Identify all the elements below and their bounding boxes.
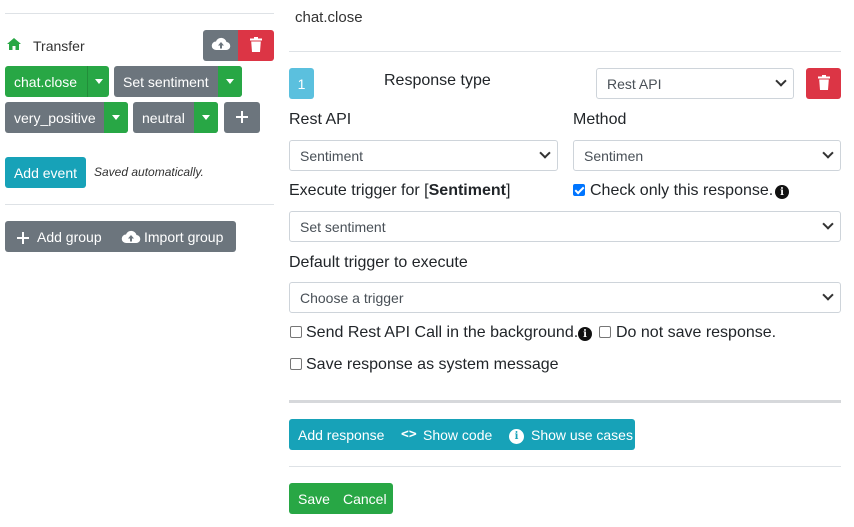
default-trigger-label: Default trigger to execute: [289, 254, 468, 271]
info-icon[interactable]: i: [578, 327, 592, 341]
check-only-checkbox[interactable]: [573, 184, 585, 196]
response-type-label: Response type: [384, 72, 491, 89]
page-title: chat.close: [295, 9, 363, 26]
responses-divider: [289, 400, 841, 403]
code-icon: <>: [401, 427, 417, 442]
add-response-button[interactable]: Add response: [298, 427, 384, 443]
send-background-label: Send Rest API Call in the background.: [306, 324, 579, 341]
footer-divider: [289, 466, 841, 467]
check-only-label: Check only this response.: [590, 182, 774, 199]
rest-api-select[interactable]: Sentiment: [289, 140, 558, 171]
add-group-label: Add group: [37, 228, 102, 245]
plus-icon: [236, 110, 248, 126]
import-group-label: Import group: [144, 228, 224, 245]
cloud-upload-icon: [121, 230, 141, 247]
show-use-cases-button[interactable]: Show use cases: [531, 427, 633, 443]
send-background-checkbox[interactable]: [290, 326, 302, 338]
event-dropdown-toggle[interactable]: [104, 102, 128, 133]
response-actions-group: Add response <> Show code i Show use cas…: [289, 419, 635, 450]
method-select[interactable]: Sentimen: [573, 140, 841, 171]
chevron-down-icon: [822, 288, 834, 301]
rest-api-label: Rest API: [289, 111, 352, 128]
saved-note: Saved automatically.: [94, 165, 204, 179]
default-trigger-placeholder: Choose a trigger: [300, 289, 404, 306]
cloud-upload-icon: [211, 37, 231, 54]
event-dropdown-toggle[interactable]: [194, 102, 218, 133]
add-event-label: Add event: [13, 164, 78, 181]
event-label: neutral: [142, 109, 185, 126]
caret-down-icon: [226, 79, 234, 84]
event-dropdown-toggle[interactable]: [218, 66, 242, 97]
save-system-checkbox[interactable]: [290, 358, 302, 370]
sidebar-divider: [5, 204, 274, 205]
title-divider: [289, 51, 841, 52]
trash-icon: [250, 36, 262, 55]
home-label: Transfer: [33, 38, 85, 54]
event-label: Set sentiment: [123, 73, 209, 90]
do-not-save-checkbox[interactable]: [599, 326, 611, 338]
event-neutral-button[interactable]: neutral: [133, 102, 218, 133]
info-circle-icon: i: [509, 429, 524, 444]
add-group-button[interactable]: Add group: [5, 221, 113, 252]
add-event-button[interactable]: Add event: [5, 157, 86, 188]
event-chat-close-button[interactable]: chat.close: [5, 66, 109, 97]
plus-icon: [17, 231, 29, 247]
execute-trigger-label: Execute trigger for [Sentiment]: [289, 182, 510, 200]
do-not-save-label: Do not save response.: [616, 324, 777, 341]
save-button[interactable]: Save: [298, 491, 330, 507]
execute-trigger-suffix: ]: [505, 182, 511, 199]
method-value: Sentimen: [584, 147, 644, 164]
add-event-plus-button[interactable]: [224, 102, 260, 133]
sidebar-top-divider: [5, 13, 274, 14]
response-type-value: Rest API: [607, 75, 662, 92]
execute-trigger-select[interactable]: Set sentiment: [289, 211, 841, 242]
default-trigger-select[interactable]: Choose a trigger: [289, 282, 841, 313]
execute-trigger-prefix: Execute trigger for [: [289, 182, 429, 199]
caret-down-icon: [112, 115, 120, 120]
event-label: very_positive: [14, 109, 96, 126]
upload-group-button[interactable]: [203, 30, 239, 61]
event-set-sentiment-button[interactable]: Set sentiment: [114, 66, 242, 97]
delete-response-button[interactable]: [806, 68, 841, 99]
response-number-badge: 1: [289, 68, 314, 99]
info-icon[interactable]: i: [775, 185, 789, 199]
rest-api-value: Sentiment: [300, 147, 364, 164]
response-number: 1: [297, 75, 306, 92]
delete-group-button[interactable]: [238, 30, 274, 61]
show-code-button[interactable]: Show code: [423, 427, 492, 443]
trash-icon: [817, 74, 830, 93]
execute-trigger-name: Sentiment: [428, 182, 506, 199]
event-label: chat.close: [14, 73, 78, 90]
caret-down-icon: [94, 79, 103, 84]
chevron-down-icon: [775, 74, 787, 87]
method-label: Method: [573, 111, 627, 128]
chevron-down-icon: [539, 146, 551, 159]
save-cancel-group: Save Cancel: [289, 483, 393, 514]
import-group-button[interactable]: Import group: [113, 221, 236, 252]
home-icon: [6, 37, 22, 55]
execute-trigger-value: Set sentiment: [300, 218, 386, 235]
chevron-down-icon: [822, 217, 834, 230]
cancel-button[interactable]: Cancel: [343, 491, 387, 507]
save-system-label: Save response as system message: [306, 356, 559, 373]
response-type-select[interactable]: Rest API: [596, 68, 794, 99]
event-very-positive-button[interactable]: very_positive: [5, 102, 128, 133]
chevron-down-icon: [822, 146, 834, 159]
caret-down-icon: [202, 115, 210, 120]
event-dropdown-toggle[interactable]: [87, 66, 109, 97]
